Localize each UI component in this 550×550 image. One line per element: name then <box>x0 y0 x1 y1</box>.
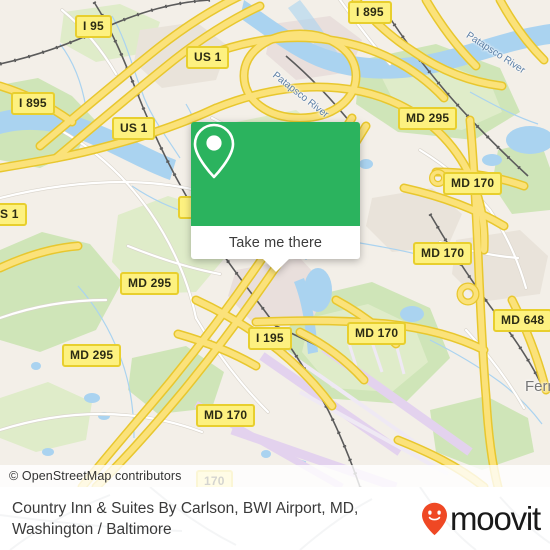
road-shield: I 195 <box>248 327 292 350</box>
location-title-line-2: Washington / Baltimore <box>12 520 172 538</box>
popup-header <box>191 122 360 226</box>
road-shield: I 895 <box>11 92 55 115</box>
location-title: Country Inn & Suites By Carlson, BWI Air… <box>0 498 358 540</box>
road-shield: I 895 <box>348 1 392 24</box>
road-shield: MD 295 <box>120 272 180 295</box>
road-shield: MD 170 <box>347 322 407 345</box>
take-me-there-label: Take me there <box>228 234 323 251</box>
footer-bar: Country Inn & Suites By Carlson, BWI Air… <box>0 487 550 550</box>
location-popup-card[interactable]: Take me there <box>191 122 360 272</box>
road-shield: I 95 <box>75 15 112 38</box>
location-title-line-1: Country Inn & Suites By Carlson, BWI Air… <box>12 499 359 517</box>
road-shield: MD 170 <box>443 172 503 195</box>
road-shield: US 1 <box>186 46 230 69</box>
road-shield: MD 648 <box>493 309 550 332</box>
map-attribution-bar: © OpenStreetMap contributors <box>0 465 550 487</box>
moovit-smiley-pin-icon <box>422 502 447 535</box>
road-shield: MD 170 <box>196 404 256 427</box>
road-shield: US 1 <box>112 117 156 140</box>
road-shield: MD 295 <box>62 344 122 367</box>
road-shield: MD 295 <box>398 107 458 130</box>
road-shield: S 1 <box>0 203 27 226</box>
screenshot-root: .land{fill:#f3efe8;} .green{fill:#cfe5b8… <box>0 0 550 550</box>
place-label: Fern <box>525 378 550 395</box>
moovit-wordmark: moovit <box>450 500 541 537</box>
popup-tail-pointer <box>262 259 289 272</box>
osm-attribution-text[interactable]: © OpenStreetMap contributors <box>0 469 182 483</box>
map-canvas[interactable]: .land{fill:#f3efe8;} .green{fill:#cfe5b8… <box>0 0 550 487</box>
popup-action-row[interactable]: Take me there <box>191 226 360 272</box>
moovit-brand[interactable]: moovit <box>421 500 541 537</box>
road-shield: MD 170 <box>413 242 473 265</box>
location-pin-icon <box>193 123 235 179</box>
